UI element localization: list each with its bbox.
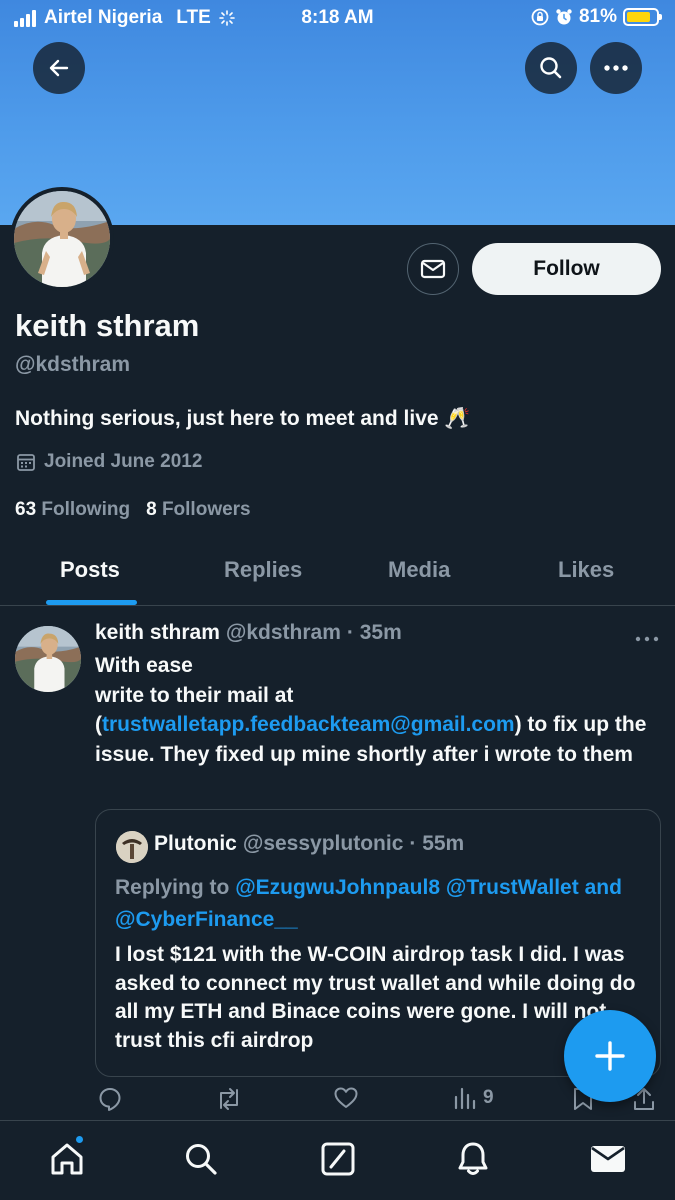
orientation-lock-icon <box>531 8 549 26</box>
post-text: With ease write to their mail at (trustw… <box>95 651 665 769</box>
search-icon <box>540 57 562 79</box>
notification-dot <box>74 1134 85 1145</box>
more-options-button[interactable] <box>590 42 642 94</box>
reply-button[interactable] <box>97 1086 123 1112</box>
mention-link[interactable]: @TrustWallet <box>446 876 579 899</box>
search-icon <box>186 1144 217 1175</box>
like-button[interactable] <box>333 1086 359 1110</box>
follow-button[interactable]: Follow <box>472 243 661 295</box>
profile-avatar[interactable] <box>10 187 114 291</box>
search-button[interactable] <box>525 42 577 94</box>
followers-link[interactable]: 8 Followers <box>146 499 251 521</box>
post-line: write to their mail at <box>95 683 294 707</box>
reply-icon <box>99 1088 121 1111</box>
active-tab-indicator <box>46 600 137 605</box>
followers-label: Followers <box>161 499 251 520</box>
heart-icon <box>334 1087 358 1108</box>
battery-percent: 81% <box>578 6 617 27</box>
quoted-header: Plutonic @sessyplutonic · 55m <box>154 832 464 856</box>
joined-date: Joined June 2012 <box>15 451 202 473</box>
repost-button[interactable] <box>215 1086 243 1112</box>
tab-posts[interactable]: Posts <box>60 557 120 583</box>
nav-notifications[interactable] <box>453 1139 493 1179</box>
envelope-icon <box>420 259 446 279</box>
battery-icon <box>623 8 662 26</box>
following-label: Following <box>41 499 131 520</box>
back-button[interactable] <box>33 42 85 94</box>
message-button[interactable] <box>407 243 459 295</box>
profile-name: keith sthram <box>15 308 200 343</box>
post-text-part: ( <box>95 713 102 736</box>
more-dots-icon <box>635 636 659 642</box>
post-actions: 9 <box>0 1086 675 1120</box>
bottom-nav <box>0 1120 675 1200</box>
profile-tabs: Posts Replies Media Likes <box>0 540 675 606</box>
joined-text: Joined June 2012 <box>44 451 203 472</box>
post-author-handle[interactable]: @kdsthram <box>226 621 341 645</box>
tab-replies[interactable]: Replies <box>224 557 302 583</box>
home-icon <box>51 1143 83 1175</box>
views-count: 9 <box>483 1087 494 1108</box>
arrow-left-icon <box>49 59 69 77</box>
nav-messages[interactable] <box>588 1139 628 1179</box>
post-author-avatar[interactable] <box>15 626 81 692</box>
tab-likes[interactable]: Likes <box>558 557 614 583</box>
and-label: and <box>584 876 622 899</box>
analytics-icon <box>454 1087 476 1110</box>
plus-icon <box>595 1041 625 1071</box>
bell-icon <box>458 1142 488 1175</box>
post-author-name[interactable]: keith sthram <box>95 621 220 645</box>
envelope-icon <box>591 1146 625 1172</box>
profile-handle: @kdsthram <box>15 353 131 376</box>
post-header: keith sthram @kdsthram · 35m <box>95 621 402 645</box>
quoted-text: I lost $121 with the W-COIN airdrop task… <box>115 943 636 1052</box>
follow-stats: 63 Following 8 Followers <box>15 499 251 521</box>
post-more-button[interactable] <box>635 622 659 648</box>
quoted-author-handle: @sessyplutonic <box>242 832 404 855</box>
repost-icon <box>220 1088 238 1110</box>
post-time: · 35m <box>346 621 402 644</box>
alarm-icon <box>556 9 572 25</box>
post-line: (trustwalletapp.feedbackteam@gmail.com) … <box>95 710 665 769</box>
following-count: 63 <box>15 499 37 520</box>
nav-explore[interactable] <box>181 1139 221 1179</box>
email-link[interactable]: trustwalletapp.feedbackteam@gmail.com <box>102 713 515 736</box>
quoted-author-name: Plutonic <box>154 832 237 855</box>
profile-bio: Nothing serious, just here to meet and l… <box>15 407 471 430</box>
more-dots-icon <box>604 65 628 71</box>
nav-home[interactable] <box>47 1139 87 1179</box>
quoted-author-avatar <box>116 831 148 863</box>
grok-icon <box>321 1142 355 1176</box>
calendar-icon <box>17 454 35 471</box>
following-link[interactable]: 63 Following <box>15 499 130 521</box>
replying-to: Replying to @EzugwuJohnpaul8 @TrustWalle… <box>115 872 645 936</box>
followers-count: 8 <box>146 499 157 520</box>
compose-post-button[interactable] <box>564 1010 656 1102</box>
mention-link[interactable]: @CyberFinance__ <box>115 908 298 931</box>
nav-grok[interactable] <box>318 1139 358 1179</box>
views-button[interactable]: 9 <box>453 1086 494 1110</box>
replying-to-label: Replying to <box>115 876 230 899</box>
post-line: With ease <box>95 654 193 677</box>
tab-media[interactable]: Media <box>388 557 450 583</box>
status-bar: Airtel Nigeria LTE 8:18 AM 81% <box>0 0 675 36</box>
quoted-time: · 55m <box>409 832 465 855</box>
mention-link[interactable]: @EzugwuJohnpaul8 <box>235 876 440 899</box>
